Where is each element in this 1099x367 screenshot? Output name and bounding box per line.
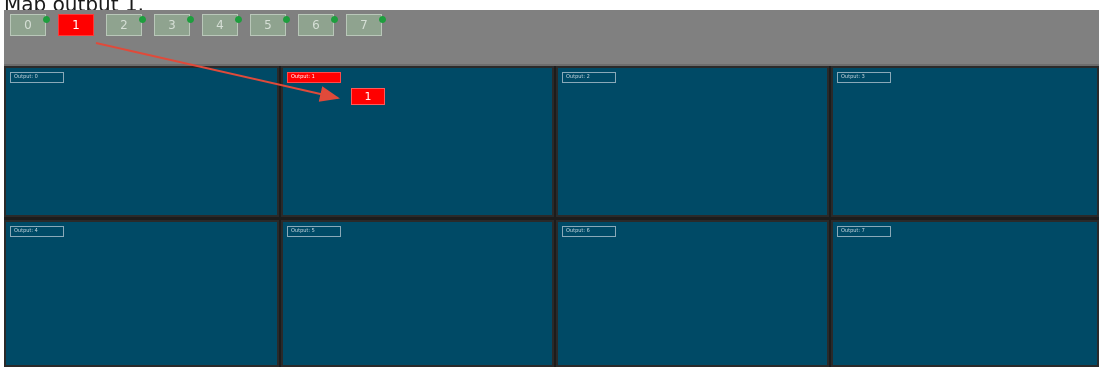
output-label: Output: 7 (837, 226, 891, 237)
output-label: Output: 3 (837, 72, 891, 83)
output-cell-4[interactable]: Output: 4 (4, 220, 279, 367)
input-button-5[interactable]: 5 (250, 14, 290, 36)
input-button-0[interactable]: 0 (10, 14, 50, 36)
output-cell-3[interactable]: Output: 3 (831, 66, 1099, 217)
input-button-3[interactable]: 3 (154, 14, 194, 36)
input-button-2[interactable]: 2 (106, 14, 146, 36)
output-cell-2[interactable]: Output: 2 (556, 66, 829, 217)
input-button-label: 0 (24, 18, 32, 32)
status-dot-icon (331, 16, 338, 23)
status-dot-icon (139, 16, 146, 23)
input-button-1[interactable]: 1 (58, 14, 94, 36)
output-cell-6[interactable]: Output: 6 (556, 220, 829, 367)
input-button-label: 2 (120, 18, 128, 32)
input-button-6[interactable]: 6 (298, 14, 338, 36)
output-cell-7[interactable]: Output: 7 (831, 220, 1099, 367)
input-toolbar: 0 1 2 3 4 5 6 7 (4, 10, 1099, 66)
output-label: Output: 4 (10, 226, 64, 237)
output-cell-5[interactable]: Output: 5 (281, 220, 554, 367)
input-button-label: 4 (216, 18, 224, 32)
input-button-4[interactable]: 4 (202, 14, 242, 36)
output-cell-0[interactable]: Output: 0 (4, 66, 279, 217)
output-label: Output: 6 (562, 226, 616, 237)
status-dot-icon (235, 16, 242, 23)
output-label: Output: 0 (10, 72, 64, 83)
input-button-label: 5 (264, 18, 272, 32)
output-cell-1[interactable]: Output: 1 (281, 66, 554, 217)
input-button-label: 7 (360, 18, 368, 32)
input-button-7[interactable]: 7 (346, 14, 386, 36)
output-label: Output: 5 (287, 226, 341, 237)
status-dot-icon (43, 16, 50, 23)
dragged-input-chip[interactable]: 1 (351, 88, 385, 105)
output-label: Output: 2 (562, 72, 616, 83)
input-button-label: 3 (168, 18, 176, 32)
input-button-label: 1 (72, 18, 80, 32)
output-grid: Output: 0 Output: 1 Output: 2 Output: 3 Outp… (4, 66, 1099, 367)
status-dot-icon (379, 16, 386, 23)
output-label: Output: 1 (287, 72, 341, 83)
status-dot-icon (283, 16, 290, 23)
status-dot-icon (187, 16, 194, 23)
input-button-label: 6 (312, 18, 320, 32)
